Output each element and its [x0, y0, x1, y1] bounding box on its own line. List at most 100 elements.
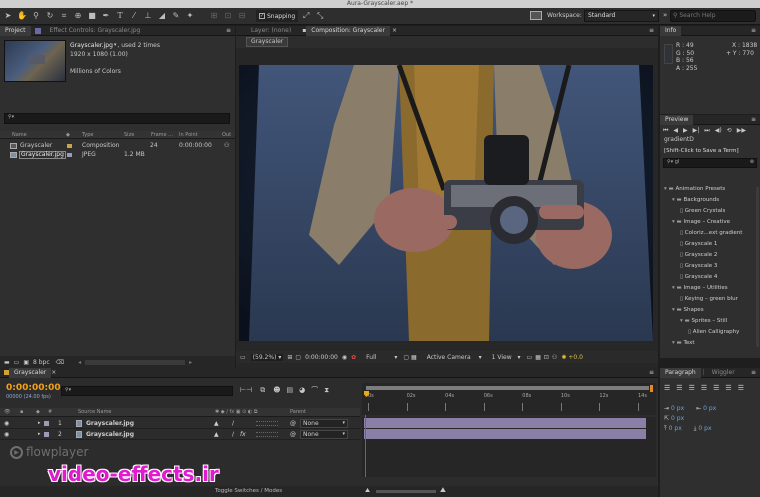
tab-wiggler[interactable]: Wiggler [707, 368, 740, 378]
snapping-toggle[interactable]: ✓ Snapping [256, 10, 299, 22]
first-line-indent-value[interactable]: 0 px [671, 414, 684, 424]
project-search-input[interactable]: ⚲▾ [4, 113, 230, 124]
col-size[interactable]: Size [124, 131, 134, 139]
layer-row[interactable]: ◉ ▸ 1 Grayscaler.jpg ▲ ∕ @ None ▾ [0, 418, 360, 429]
shy-switch-icon[interactable]: ▲ [214, 418, 219, 429]
rotate-tool-icon[interactable]: ↻ [44, 10, 56, 22]
clone-stamp-tool-icon[interactable]: ⊥ [142, 10, 154, 22]
timeline-search-input[interactable]: ⚲▾ [61, 386, 233, 396]
justify-all-icon[interactable]: ☰ [738, 384, 744, 392]
effects-tree-item[interactable]: ▯ Grayscale 3 [660, 261, 760, 272]
effects-tree-item[interactable]: ▯ Grayscale 2 [660, 250, 760, 261]
toggle-switches-modes[interactable]: Toggle Switches / Modes [215, 488, 282, 494]
layer-name[interactable]: Grayscaler.jpg [86, 429, 134, 440]
mask-tool-icon[interactable]: ■ [86, 10, 98, 22]
flowchart-icon[interactable]: ⚇ [224, 142, 229, 150]
flowchart-icon[interactable]: ⚇ [552, 354, 557, 361]
transparency-grid-icon[interactable]: ▦ [411, 354, 417, 361]
fx-switch-icon[interactable]: fx [240, 429, 246, 440]
expand-icon[interactable]: » [663, 11, 667, 19]
brainstorm-icon[interactable]: ⧗ [324, 386, 329, 395]
axis-view-icon[interactable]: ⊟ [236, 10, 248, 22]
tab-effect-controls[interactable]: Effect Controls: Grayscaler.jpg [45, 26, 146, 36]
snapping-mode-icon[interactable]: ⤡ [314, 10, 326, 22]
chevron-down-icon[interactable]: ▾ [114, 41, 117, 50]
project-row-jpg[interactable]: Grayscaler.jpg JPEG 1.2 MB [0, 151, 235, 159]
tab-timeline-comp[interactable]: Grayscaler [9, 367, 52, 378]
parent-pickwhip-icon[interactable]: @ [290, 429, 296, 440]
switch-boxes[interactable] [256, 432, 278, 437]
indent-right-value[interactable]: 0 px [703, 404, 716, 414]
comp-crumb-button[interactable]: Grayscaler [246, 37, 289, 47]
pan-behind-tool-icon[interactable]: ⊕ [72, 10, 84, 22]
first-frame-icon[interactable]: ⏮ [663, 127, 668, 135]
bpc-toggle[interactable]: 8 bpc [33, 359, 50, 366]
graph-editor-icon[interactable]: ⌒ [311, 385, 318, 395]
panel-menu-icon[interactable]: ≡ [751, 27, 756, 34]
fast-preview-icon[interactable]: ▦ [535, 354, 541, 361]
axis-world-icon[interactable]: ⊡ [222, 10, 234, 22]
show-channel-icon[interactable]: ✿ [351, 354, 356, 361]
camera-tool-icon[interactable]: ⌗ [58, 10, 70, 22]
effects-search-input[interactable]: ⚲▾ gl ⊗ [663, 158, 757, 168]
col-inpoint[interactable]: In Point [179, 131, 198, 139]
loop-icon[interactable]: ⟲ [727, 127, 732, 134]
effects-tree-item[interactable]: ▾ ▬ Text [660, 338, 760, 349]
scroll-right-icon[interactable]: ▸ [189, 359, 192, 366]
next-frame-icon[interactable]: ▶| [693, 127, 700, 134]
effects-tree-item[interactable]: ▾ ▬ Image – Utilities [660, 283, 760, 294]
help-search-input[interactable]: ⚲ Search Help [670, 10, 756, 22]
tab-close-icon[interactable]: × [51, 369, 56, 376]
col-frame[interactable]: Frame ... [151, 131, 173, 139]
expand-arrow-icon[interactable]: ▸ [38, 418, 41, 429]
eye-icon[interactable]: ◉ [4, 429, 9, 440]
label-color-icon[interactable] [44, 432, 49, 437]
zoom-slider[interactable] [376, 490, 436, 493]
tab-layer[interactable]: Layer: (none) [246, 26, 296, 36]
mask-visibility-icon[interactable]: ▢ [295, 354, 301, 361]
space-before-value[interactable]: 0 px [669, 424, 682, 434]
justify-last-center-icon[interactable]: ☰ [713, 384, 719, 392]
comp-mini-flowchart-icon[interactable]: ⊢⊣ [240, 386, 252, 394]
effects-scrollbar[interactable] [756, 187, 759, 347]
last-frame-icon[interactable]: ⏭ [704, 127, 709, 135]
views-select[interactable]: 1 View ▾ [490, 354, 523, 361]
panel-menu-icon[interactable]: ≡ [751, 369, 756, 376]
effects-tree-item[interactable]: ▯ Green Crystals [660, 206, 760, 217]
new-folder-icon[interactable]: ▭ [14, 359, 20, 366]
tab-project[interactable]: Project [0, 25, 31, 36]
align-center-icon[interactable]: ☰ [676, 384, 682, 392]
layer-bar-1[interactable] [364, 418, 646, 428]
selection-tool-icon[interactable]: ➤ [2, 10, 14, 22]
effects-tree-item[interactable]: ▾ ▬ Animation Presets [660, 184, 760, 195]
effects-tree-item[interactable]: ▾ ▬ Shapes [660, 305, 760, 316]
effects-tree-item[interactable]: ▯ Alien Calligraphy [660, 327, 760, 338]
snapping-extra-icon[interactable]: ⤢ [300, 10, 312, 22]
shy-layers-icon[interactable]: ☻ [273, 386, 280, 394]
draft-3d-icon[interactable]: ⧉ [260, 386, 265, 395]
quality-switch-icon[interactable]: ∕ [232, 429, 234, 440]
comp-image[interactable] [239, 65, 653, 341]
indent-left-value[interactable]: 0 px [671, 404, 684, 414]
timeline-link-icon[interactable]: ⊡ [544, 354, 549, 361]
audio-icon[interactable]: ◀) [715, 127, 722, 134]
switch-boxes[interactable] [256, 421, 278, 426]
brush-tool-icon[interactable]: ⁄ [128, 10, 140, 22]
clear-search-icon[interactable]: ⊗ [750, 159, 754, 166]
camera-select[interactable]: Active Camera ▾ [425, 354, 484, 361]
panel-menu-icon[interactable]: ≡ [751, 116, 756, 123]
zoom-tool-icon[interactable]: ⚲ [30, 10, 42, 22]
justify-last-left-icon[interactable]: ☰ [701, 384, 707, 392]
col-name[interactable]: Name [12, 131, 27, 139]
pen-tool-icon[interactable]: ✒ [100, 10, 112, 22]
track-area[interactable] [362, 415, 656, 477]
region-interest-icon[interactable]: ▢ [403, 354, 409, 361]
viewer-timecode[interactable]: 0:00:00:00 [305, 354, 338, 361]
interpret-footage-icon[interactable]: ▬ [4, 359, 10, 366]
work-area-bar[interactable] [366, 386, 649, 390]
col-out[interactable]: Out [222, 131, 231, 139]
tab-close-icon[interactable]: × [392, 27, 397, 34]
parent-header[interactable]: Parent [290, 408, 306, 416]
snapshot-icon[interactable]: ◉ [342, 354, 347, 361]
align-left-icon[interactable]: ☰ [664, 384, 670, 392]
